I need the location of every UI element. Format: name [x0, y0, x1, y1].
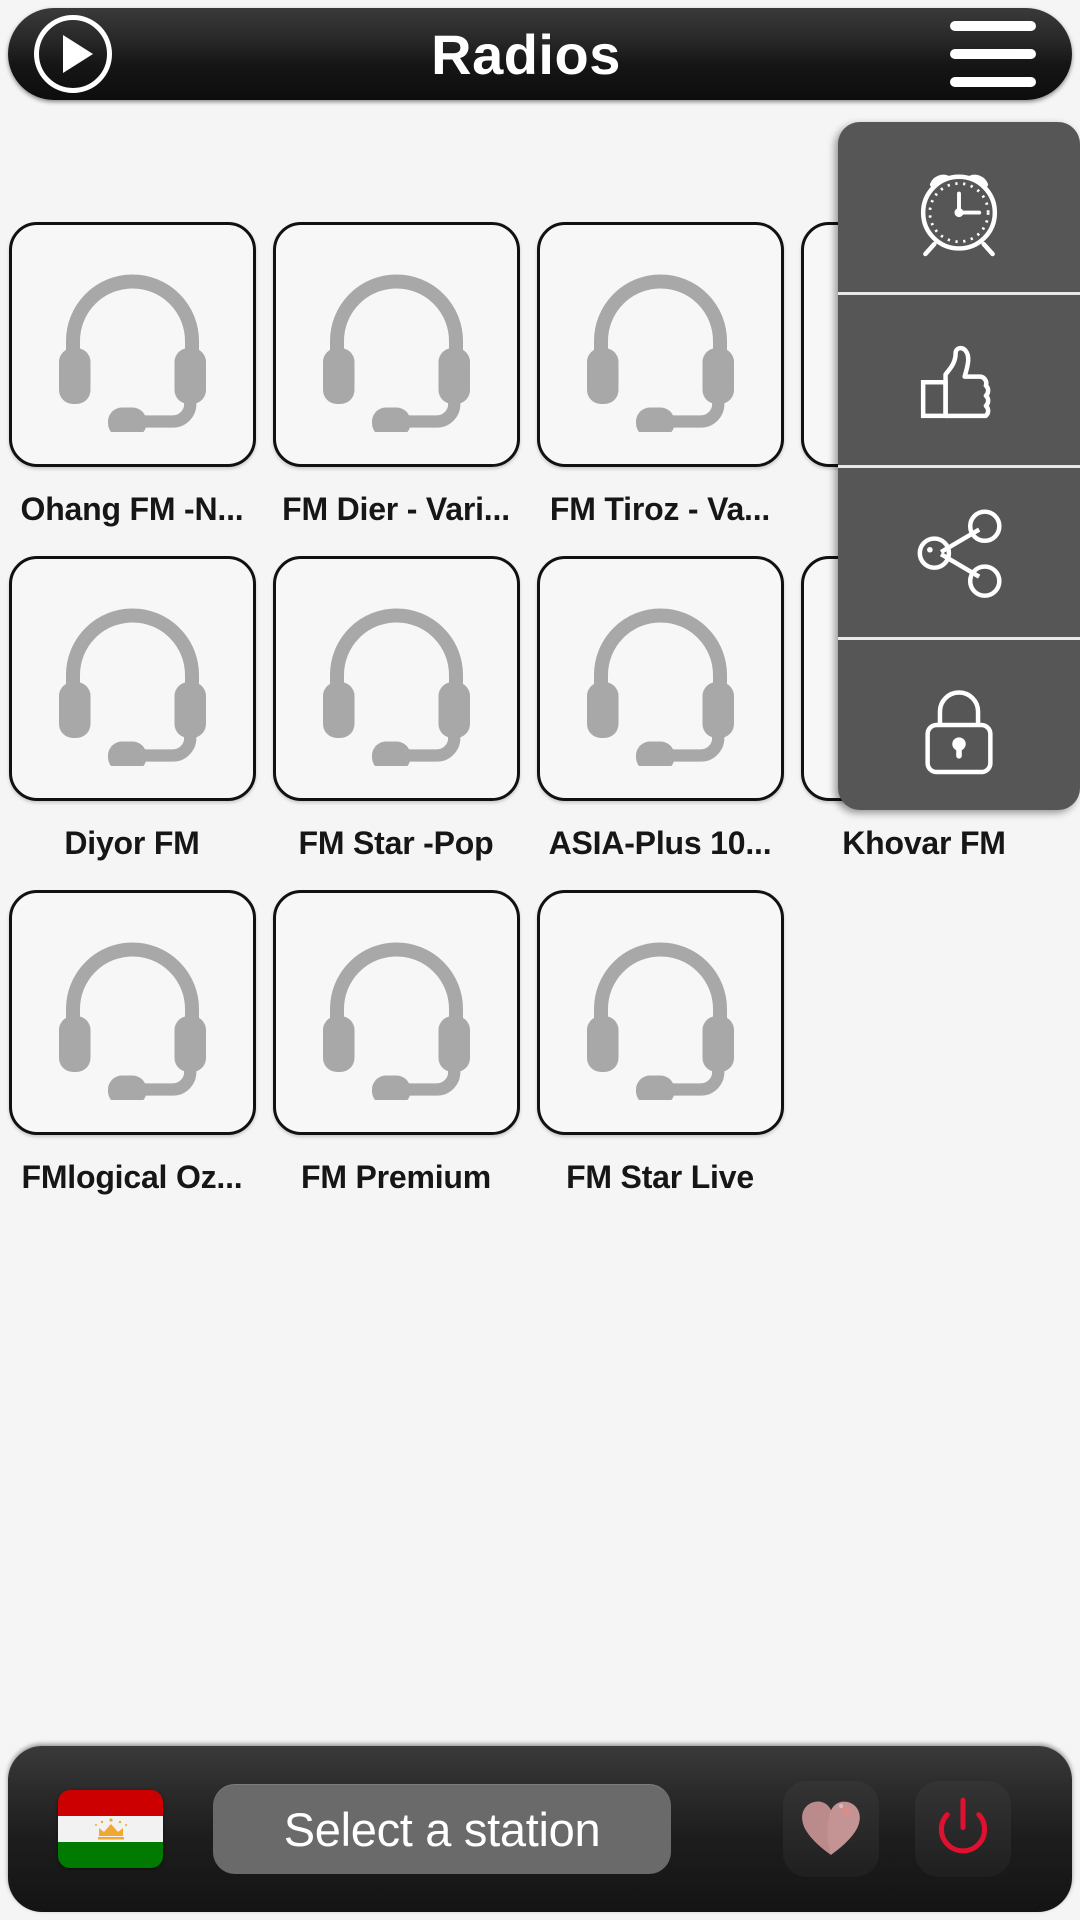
heart-icon	[802, 1801, 860, 1855]
lock-icon	[925, 690, 993, 775]
select-station-label: Select a station	[283, 1802, 601, 1856]
hamburger-bar	[950, 21, 1036, 31]
station-cell[interactable]: Diyor FM	[0, 556, 264, 890]
menu-item-like[interactable]	[838, 295, 1080, 468]
station-label: FM Dier - Vari...	[282, 491, 510, 527]
station-label: FM Premium	[300, 1159, 492, 1195]
power-button[interactable]	[915, 1781, 1011, 1877]
station-cell[interactable]: FM Star -Pop	[264, 556, 528, 890]
headset-icon	[322, 942, 470, 1100]
station-label: Diyor FM	[64, 825, 200, 861]
crown-emblem-icon	[94, 1818, 127, 1840]
select-station-button[interactable]: Select a station	[213, 1784, 671, 1874]
station-tile[interactable]	[8, 890, 256, 1135]
app-header: Radios	[8, 8, 1072, 100]
station-cell-empty	[792, 890, 1056, 1224]
station-label: Khovar FM	[842, 825, 1006, 861]
headset-icon	[58, 942, 206, 1100]
headset-icon	[58, 274, 206, 432]
play-icon[interactable]	[34, 15, 112, 93]
hamburger-bar	[950, 49, 1036, 59]
station-cell[interactable]: FM Tiroz - Va...	[528, 222, 792, 556]
station-tile[interactable]	[8, 556, 256, 801]
station-tile[interactable]	[8, 222, 256, 467]
station-tile[interactable]	[272, 222, 520, 467]
bottom-bar: Select a station	[8, 1746, 1072, 1912]
station-cell[interactable]: FM Dier - Vari...	[264, 222, 528, 556]
station-cell[interactable]: FM Premium	[264, 890, 528, 1224]
headset-icon	[586, 942, 734, 1100]
station-cell[interactable]: FMlogical Oz...	[0, 890, 264, 1224]
station-tile[interactable]	[272, 890, 520, 1135]
station-tile[interactable]	[536, 222, 784, 467]
station-tile[interactable]	[536, 890, 784, 1135]
play-triangle-icon	[63, 35, 93, 73]
headset-icon	[586, 608, 734, 766]
headset-icon	[322, 608, 470, 766]
flag-stripe-red	[58, 1790, 163, 1816]
radio-app-screen: Radios Ohang FM -N... FM Dier - Vari... …	[0, 0, 1080, 1920]
station-label: FMlogical Oz...	[21, 1159, 243, 1195]
station-tile[interactable]	[272, 556, 520, 801]
favorites-button[interactable]	[783, 1781, 879, 1877]
station-cell[interactable]: FM Star Live	[528, 890, 792, 1224]
headset-icon	[586, 274, 734, 432]
hamburger-bar	[950, 77, 1036, 87]
menu-item-lock[interactable]	[838, 640, 1080, 810]
station-label: FM Star -Pop	[298, 825, 494, 861]
hamburger-menu-icon[interactable]	[950, 21, 1036, 87]
station-tile[interactable]	[536, 556, 784, 801]
menu-item-share[interactable]	[838, 468, 1080, 641]
power-icon	[938, 1797, 988, 1854]
station-cell[interactable]: ASIA-Plus 10...	[528, 556, 792, 890]
thumbs-up-icon	[920, 345, 991, 418]
station-cell[interactable]: Ohang FM -N...	[0, 222, 264, 556]
menu-item-alarm[interactable]	[838, 122, 1080, 295]
station-label: Ohang FM -N...	[20, 491, 244, 527]
side-menu-panel	[838, 122, 1080, 810]
flag-stripe-white	[58, 1816, 163, 1842]
alarm-clock-icon	[920, 174, 998, 257]
tajikistan-flag-icon[interactable]	[58, 1790, 163, 1868]
station-label: ASIA-Plus 10...	[548, 825, 772, 861]
headset-icon	[58, 608, 206, 766]
page-title: Radios	[431, 22, 621, 86]
share-icon	[917, 509, 1002, 599]
flag-stripe-green	[58, 1842, 163, 1868]
station-row: FMlogical Oz... FM Premium FM Star Live	[0, 890, 1080, 1224]
station-label: FM Star Live	[566, 1159, 754, 1195]
headset-icon	[322, 274, 470, 432]
station-label: FM Tiroz - Va...	[549, 491, 771, 527]
